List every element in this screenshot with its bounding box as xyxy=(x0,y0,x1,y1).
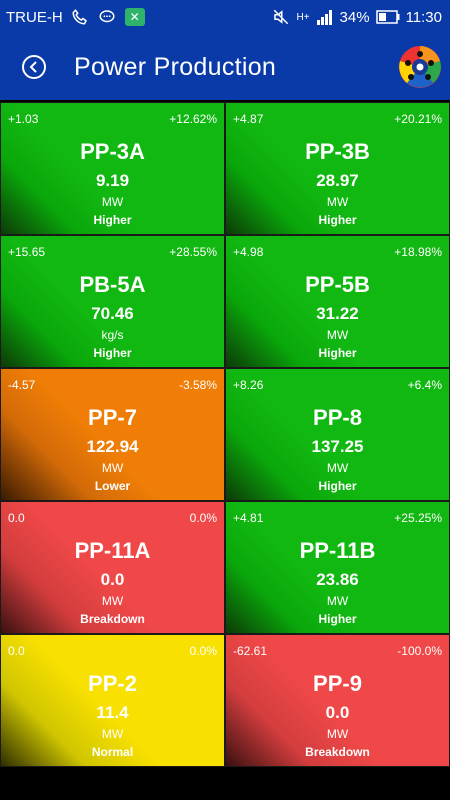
tile-value: 0.0 xyxy=(100,570,125,589)
plant-tile[interactable]: +4.87 +20.21% PP-3B 28.97 MW Higher xyxy=(225,102,450,235)
tile-name: PP-3A xyxy=(80,139,145,164)
tile-unit: MW xyxy=(326,594,349,608)
tile-value: 70.46 xyxy=(91,304,134,323)
tile-delta-percent: +28.55% xyxy=(169,245,217,259)
tile-delta-percent: +25.25% xyxy=(394,511,442,525)
tile-delta: +8.26 xyxy=(233,378,264,392)
plant-tile[interactable]: +1.03 +12.62% PP-3A 9.19 MW Higher xyxy=(0,102,225,235)
shuffle-app-icon: ✕ xyxy=(124,8,145,26)
tile-status: Higher xyxy=(93,213,132,227)
back-button[interactable] xyxy=(22,55,46,79)
chevron-left-icon xyxy=(29,61,37,73)
tile-name: PP-5B xyxy=(305,272,370,297)
tile-delta-percent: -100.0% xyxy=(397,644,442,658)
tile-delta: -62.61 xyxy=(233,644,268,658)
plant-tile[interactable]: +4.98 +18.98% PP-5B 31.22 MW Higher xyxy=(225,235,450,368)
tile-unit: MW xyxy=(101,195,124,209)
tile-status: Breakdown xyxy=(80,612,145,626)
tile-status: Lower xyxy=(94,479,131,493)
tile-name: PP-8 xyxy=(313,405,362,430)
tile-unit: MW xyxy=(326,461,349,475)
tile-delta-percent: +20.21% xyxy=(394,112,442,126)
tile-status: Higher xyxy=(93,346,132,360)
tile-delta-percent: +18.98% xyxy=(394,245,442,259)
tile-delta: +4.81 xyxy=(233,511,264,525)
phone-call-icon xyxy=(71,8,89,26)
plant-grid: +1.03 +12.62% PP-3A 9.19 MW Higher +4.87 +20.21… xyxy=(0,102,450,768)
tile-value: 11.4 xyxy=(96,703,129,722)
tile-value: 31.22 xyxy=(316,304,359,323)
tile-delta-percent: 0.0% xyxy=(189,644,217,658)
bottom-bar xyxy=(0,768,450,800)
tile-delta: +1.03 xyxy=(8,112,39,126)
tile-status: Breakdown xyxy=(305,745,370,759)
tile-delta: 0.0 xyxy=(8,644,25,658)
tile-delta: +4.98 xyxy=(233,245,264,259)
tile-status: Higher xyxy=(318,346,357,360)
tile-name: PP-7 xyxy=(88,405,137,430)
app-logo-icon[interactable] xyxy=(398,45,442,89)
chat-bubble-icon xyxy=(97,8,117,26)
page-title: Power Production xyxy=(74,52,277,81)
tile-name: PP-3B xyxy=(305,139,370,164)
tile-name: PP-11A xyxy=(74,538,151,563)
tile-value: 28.97 xyxy=(316,171,359,190)
tile-unit: MW xyxy=(326,328,349,342)
plant-tile[interactable]: +15.65 +28.55% PB-5A 70.46 kg/s Higher xyxy=(0,235,225,368)
tile-value: 122.94 xyxy=(86,437,139,456)
tile-delta: -4.57 xyxy=(8,378,36,392)
vibrate-muted-icon xyxy=(272,8,290,26)
tile-value: 137.25 xyxy=(311,437,364,456)
tile-delta: +15.65 xyxy=(8,245,46,259)
tile-delta-percent: +12.62% xyxy=(169,112,217,126)
carrier-label: TRUE-H xyxy=(6,8,63,26)
tile-status: Normal xyxy=(91,745,134,759)
tile-delta-percent: -3.58% xyxy=(178,378,217,392)
plant-tile[interactable]: -4.57 -3.58% PP-7 122.94 MW Lower xyxy=(0,368,225,501)
tile-delta-percent: +6.4% xyxy=(407,378,442,392)
tile-status: Higher xyxy=(318,479,357,493)
tile-name: PB-5A xyxy=(79,272,146,297)
tile-name: PP-11B xyxy=(299,538,376,563)
plant-tile[interactable]: -62.61 -100.0% PP-9 0.0 MW Breakdown xyxy=(225,634,450,767)
tile-unit: kg/s xyxy=(101,328,124,342)
tile-name: PP-2 xyxy=(88,671,137,696)
status-bar: TRUE-H ✕ H+ 34% 11:30 xyxy=(0,0,450,34)
tile-unit: MW xyxy=(101,594,124,608)
plant-tile[interactable]: 0.0 0.0% PP-11A 0.0 MW Breakdown xyxy=(0,501,225,634)
tile-status: Higher xyxy=(318,213,357,227)
tile-delta: 0.0 xyxy=(8,511,25,525)
tile-value: 23.86 xyxy=(316,570,359,589)
tile-unit: MW xyxy=(101,727,124,741)
plant-tile[interactable]: 0.0 0.0% PP-2 11.4 MW Normal xyxy=(0,634,225,767)
tile-value: 0.0 xyxy=(325,703,350,722)
tile-unit: MW xyxy=(326,727,349,741)
clock-time: 11:30 xyxy=(405,8,442,26)
tile-unit: MW xyxy=(326,195,349,209)
plant-tile[interactable]: +4.81 +25.25% PP-11B 23.86 MW Higher xyxy=(225,501,450,634)
plant-tile[interactable]: +8.26 +6.4% PP-8 137.25 MW Higher xyxy=(225,368,450,501)
network-type-label: H+ xyxy=(296,11,310,23)
tile-unit: MW xyxy=(101,461,124,475)
signal-strength-icon xyxy=(316,9,334,25)
tile-delta-percent: 0.0% xyxy=(189,511,217,525)
tile-name: PP-9 xyxy=(313,671,362,696)
tile-delta: +4.87 xyxy=(233,112,264,126)
tile-value: 9.19 xyxy=(95,171,130,190)
app-bar: Power Production xyxy=(0,34,450,100)
battery-percent: 34% xyxy=(339,8,370,26)
battery-icon xyxy=(375,10,400,24)
tile-status: Higher xyxy=(318,612,357,626)
